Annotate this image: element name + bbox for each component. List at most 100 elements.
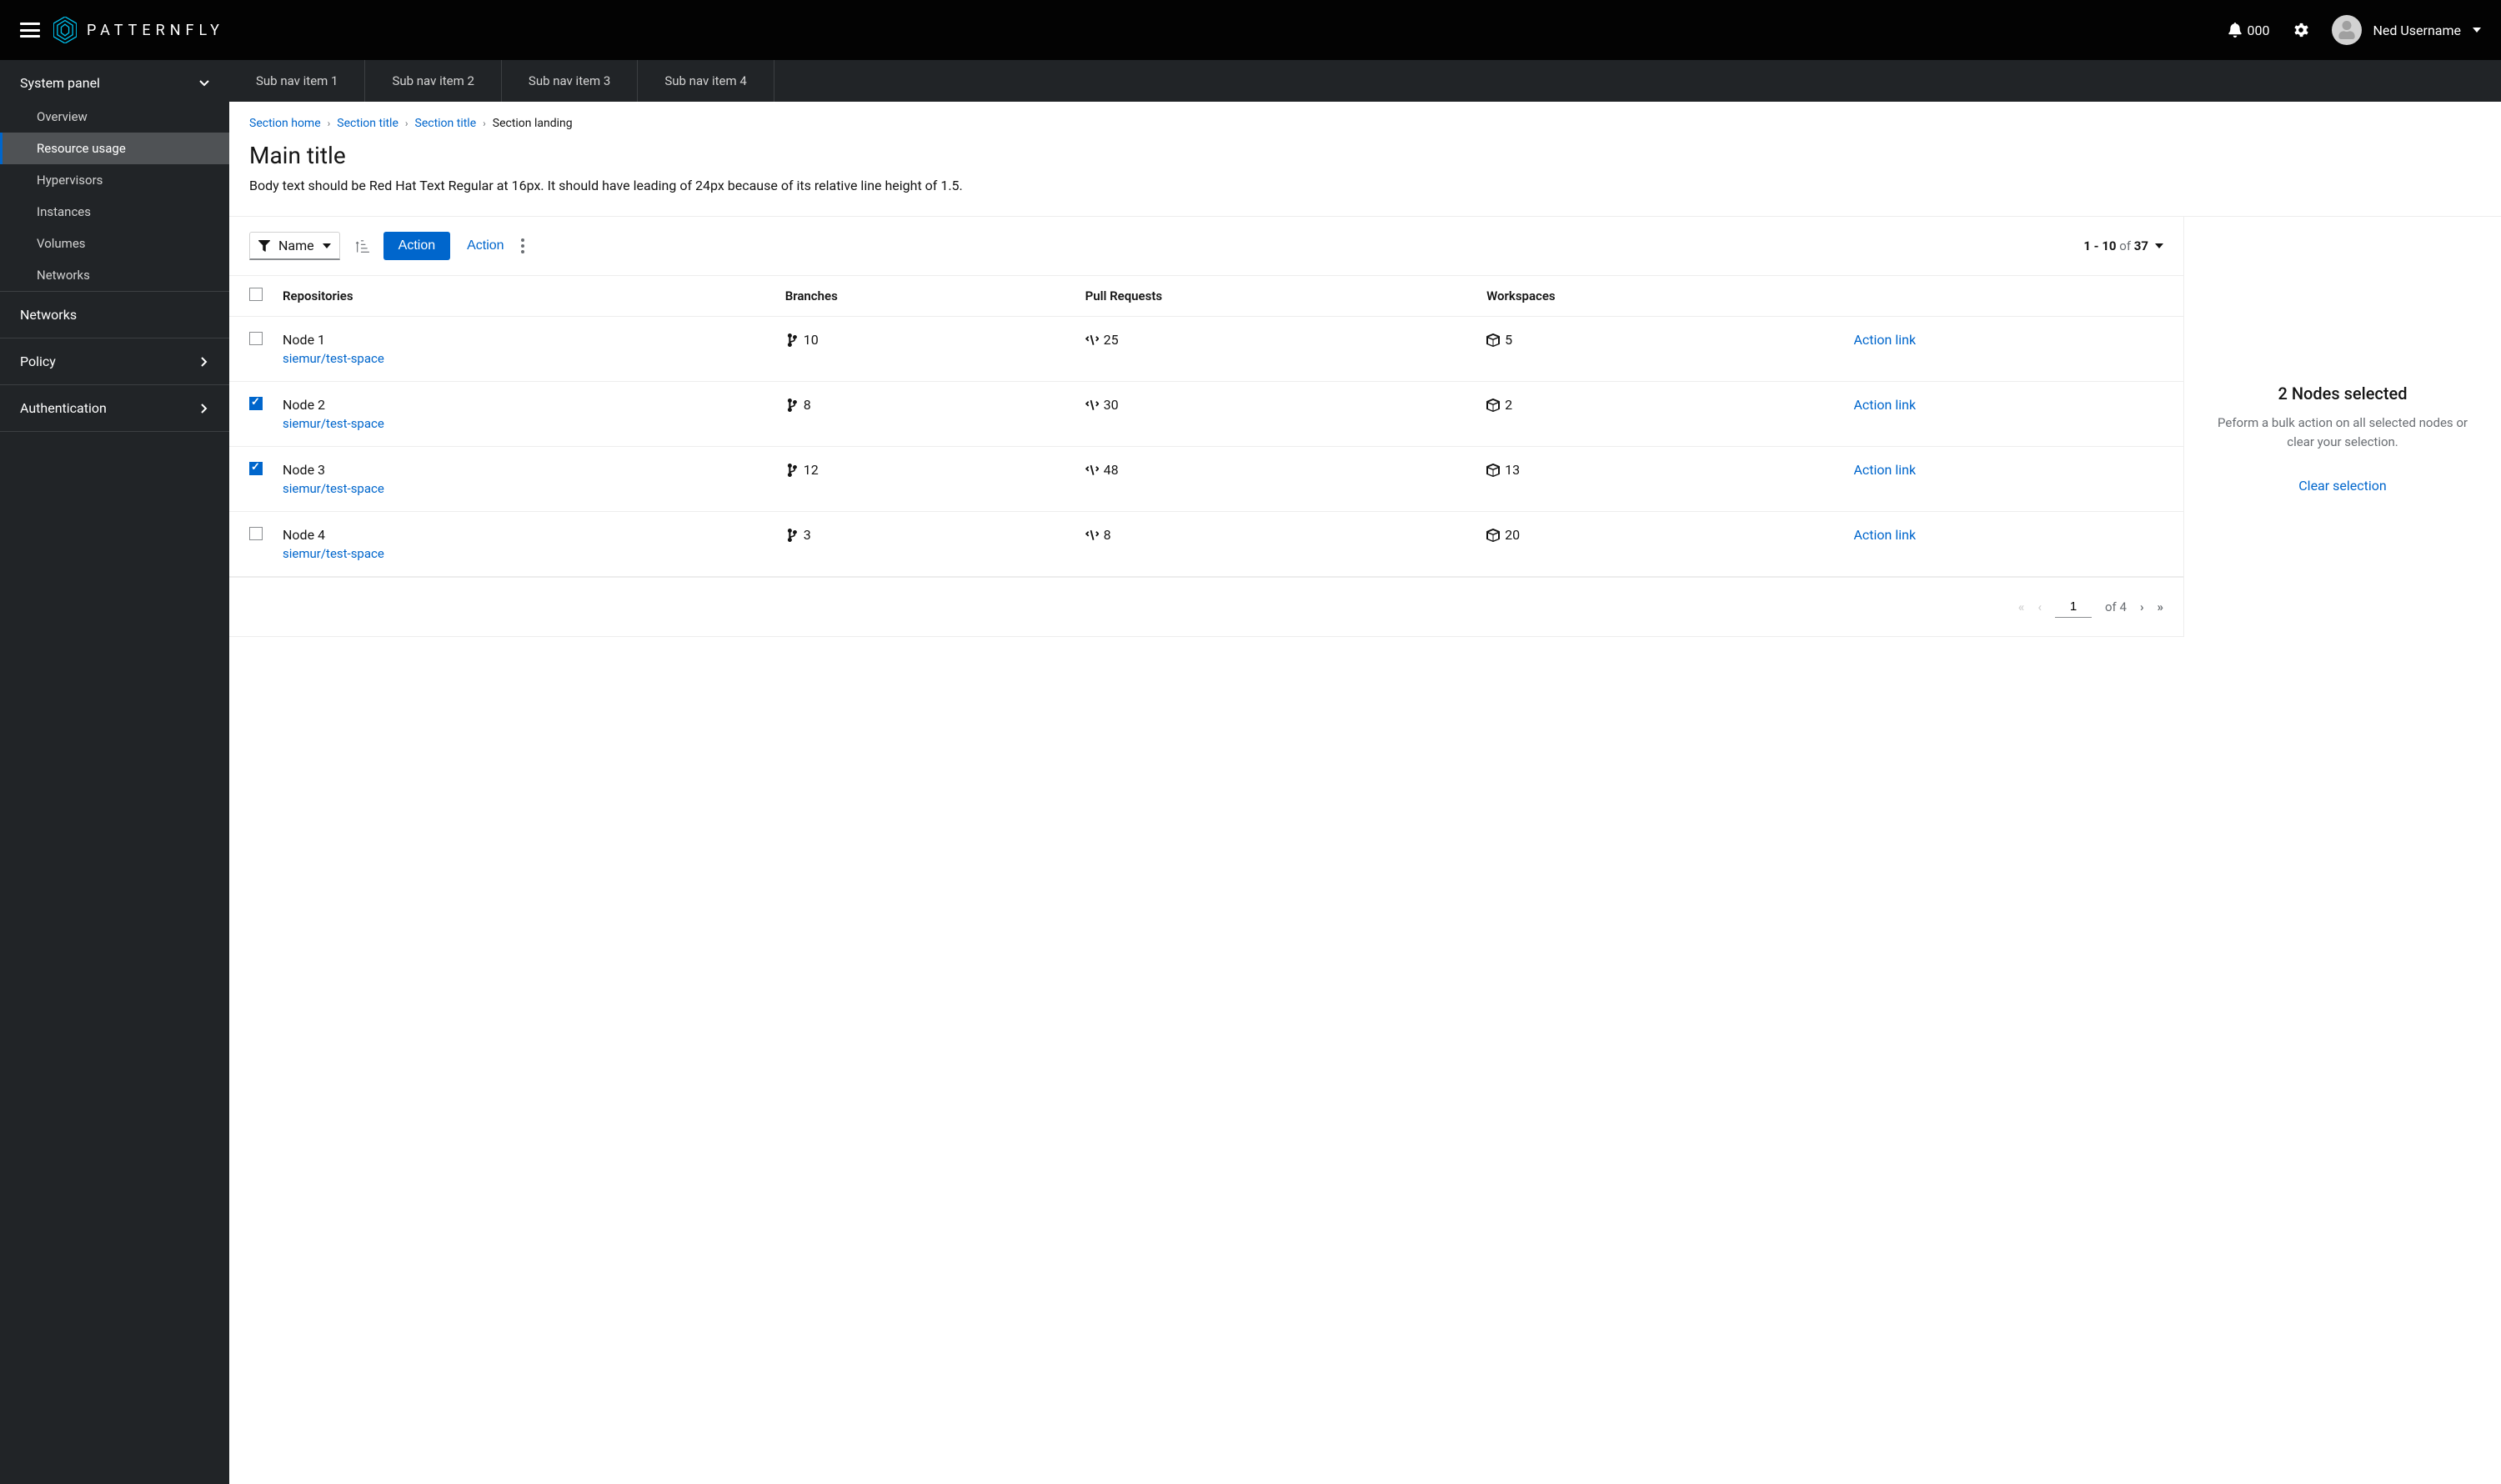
repo-link[interactable]: siemur/test-space <box>283 416 765 431</box>
sidebar-item-volumes[interactable]: Volumes <box>0 228 229 259</box>
subnav-item[interactable]: Sub nav item 1 <box>229 60 365 102</box>
filter-dropdown[interactable]: Name <box>249 232 340 260</box>
row-checkbox[interactable] <box>249 332 263 345</box>
data-table: Repositories Branches Pull Requests Work… <box>229 275 2183 577</box>
side-panel-title: 2 Nodes selected <box>2278 384 2407 404</box>
range-text: 1 - 10 <box>2083 238 2116 253</box>
username: Ned Username <box>2373 23 2461 38</box>
hamburger-menu-button[interactable] <box>20 23 40 38</box>
sidebar-item-label: Policy <box>20 353 56 369</box>
notifications-button[interactable]: 000 <box>2228 23 2270 38</box>
chevron-right-icon <box>199 404 209 414</box>
breadcrumb: Section home › Section title › Section title… <box>249 117 2481 130</box>
bell-icon <box>2228 23 2243 38</box>
row-checkbox[interactable] <box>249 527 263 540</box>
repo-name: Node 3 <box>283 462 325 478</box>
breadcrumb-separator: › <box>328 118 331 129</box>
row-action-link[interactable]: Action link <box>1853 527 1916 543</box>
row-checkbox[interactable] <box>249 397 263 410</box>
secondary-action-button[interactable]: Action <box>464 232 507 260</box>
sidebar-item-resource-usage[interactable]: Resource usage <box>0 133 229 164</box>
caret-down-icon <box>323 243 331 248</box>
pagination-page-input[interactable] <box>2055 596 2092 618</box>
caret-down-icon <box>2155 243 2163 248</box>
breadcrumb-separator: › <box>405 118 408 129</box>
subnav-item[interactable]: Sub nav item 4 <box>638 60 774 102</box>
brand-text: PATTERNFLY <box>87 22 224 39</box>
masthead-right: 000 Ned Username <box>2228 15 2481 45</box>
sidebar-item-overview[interactable]: Overview <box>0 101 229 133</box>
nav-group-system-panel[interactable]: System panel <box>0 60 229 101</box>
brand-logo[interactable]: PATTERNFLY <box>53 17 224 43</box>
table-row: Node 3siemur/test-space 12 48 13Action l… <box>229 447 2183 512</box>
filter-icon <box>258 240 270 252</box>
masthead: PATTERNFLY 000 Ned Username <box>0 0 2501 60</box>
col-actions <box>1843 276 2183 317</box>
primary-action-button[interactable]: Action <box>383 232 450 260</box>
page-title: Main title <box>249 142 2481 169</box>
main-content: Sub nav item 1Sub nav item 2Sub nav item… <box>229 60 2501 1484</box>
repo-name: Node 4 <box>283 527 325 543</box>
pagination-prev[interactable]: ‹ <box>2037 599 2042 614</box>
caret-down-icon <box>2473 26 2481 34</box>
chevron-right-icon <box>199 357 209 367</box>
settings-button[interactable] <box>2293 23 2308 38</box>
patternfly-logo-icon <box>53 17 77 43</box>
page-shell: System panel OverviewResource usageHyper… <box>0 60 2501 1484</box>
branches-cell: 8 <box>785 397 811 413</box>
sidebar-item-hypervisors[interactable]: Hypervisors <box>0 164 229 196</box>
pagination-last[interactable]: » <box>2158 599 2164 614</box>
repo-link[interactable]: siemur/test-space <box>283 546 765 561</box>
table-row: Node 4siemur/test-space 3 8 20Action lin… <box>229 512 2183 577</box>
row-action-link[interactable]: Action link <box>1853 332 1916 348</box>
sidebar-item-networks[interactable]: Networks <box>0 259 229 291</box>
selection-side-panel: 2 Nodes selected Peform a bulk action on… <box>2184 217 2501 637</box>
sidebar-item-policy[interactable]: Policy <box>0 338 229 384</box>
nav-sub-list: OverviewResource usageHypervisorsInstanc… <box>0 101 229 291</box>
branches-cell: 10 <box>785 332 819 348</box>
pagination-next[interactable]: › <box>2140 599 2144 614</box>
avatar <box>2332 15 2362 45</box>
row-action-link[interactable]: Action link <box>1853 462 1916 478</box>
filter-label: Name <box>278 238 314 253</box>
branches-cell: 3 <box>785 527 811 543</box>
pagination-of-label: of 4 <box>2105 599 2127 614</box>
sidebar-item-networks[interactable]: Networks <box>0 291 229 338</box>
select-all-checkbox[interactable] <box>249 288 263 301</box>
subnav-item[interactable]: Sub nav item 3 <box>502 60 638 102</box>
sort-button[interactable] <box>353 238 370 254</box>
breadcrumb-item[interactable]: Section title <box>337 117 398 130</box>
user-icon <box>2338 21 2356 39</box>
pull-requests-cell: 48 <box>1085 462 1119 478</box>
sidebar-item-instances[interactable]: Instances <box>0 196 229 228</box>
table-panel: Name Action Action 1 - 10 of 37 <box>229 217 2184 637</box>
kebab-menu-button[interactable] <box>521 238 524 253</box>
col-workspaces[interactable]: Workspaces <box>1476 276 1843 317</box>
col-branches[interactable]: Branches <box>775 276 1075 317</box>
row-checkbox[interactable] <box>249 462 263 475</box>
breadcrumb-separator: › <box>483 118 486 129</box>
pagination-first[interactable]: « <box>2018 599 2025 614</box>
notification-count: 000 <box>2248 23 2270 38</box>
sub-nav: Sub nav item 1Sub nav item 2Sub nav item… <box>229 60 2501 102</box>
repo-link[interactable]: siemur/test-space <box>283 481 765 496</box>
workspaces-cell: 2 <box>1486 397 1512 413</box>
workspaces-cell: 5 <box>1486 332 1512 348</box>
clear-selection-link[interactable]: Clear selection <box>2298 478 2386 494</box>
breadcrumb-item[interactable]: Section home <box>249 117 321 130</box>
col-pull-requests[interactable]: Pull Requests <box>1075 276 1476 317</box>
user-menu-button[interactable]: Ned Username <box>2332 15 2481 45</box>
range-total: 37 <box>2134 238 2148 253</box>
subnav-item[interactable]: Sub nav item 2 <box>365 60 501 102</box>
pagination: « ‹ of 4 › » <box>229 577 2183 637</box>
sidebar-item-authentication[interactable]: Authentication <box>0 384 229 432</box>
pull-requests-cell: 30 <box>1085 397 1119 413</box>
col-repositories[interactable]: Repositories <box>273 276 775 317</box>
breadcrumb-item[interactable]: Section title <box>415 117 477 130</box>
page-description: Body text should be Red Hat Text Regular… <box>249 176 2481 196</box>
toolbar-pagination-summary[interactable]: 1 - 10 of 37 <box>2083 238 2163 253</box>
row-action-link[interactable]: Action link <box>1853 397 1916 413</box>
branches-cell: 12 <box>785 462 819 478</box>
repo-link[interactable]: siemur/test-space <box>283 351 765 366</box>
repo-name: Node 2 <box>283 397 325 413</box>
